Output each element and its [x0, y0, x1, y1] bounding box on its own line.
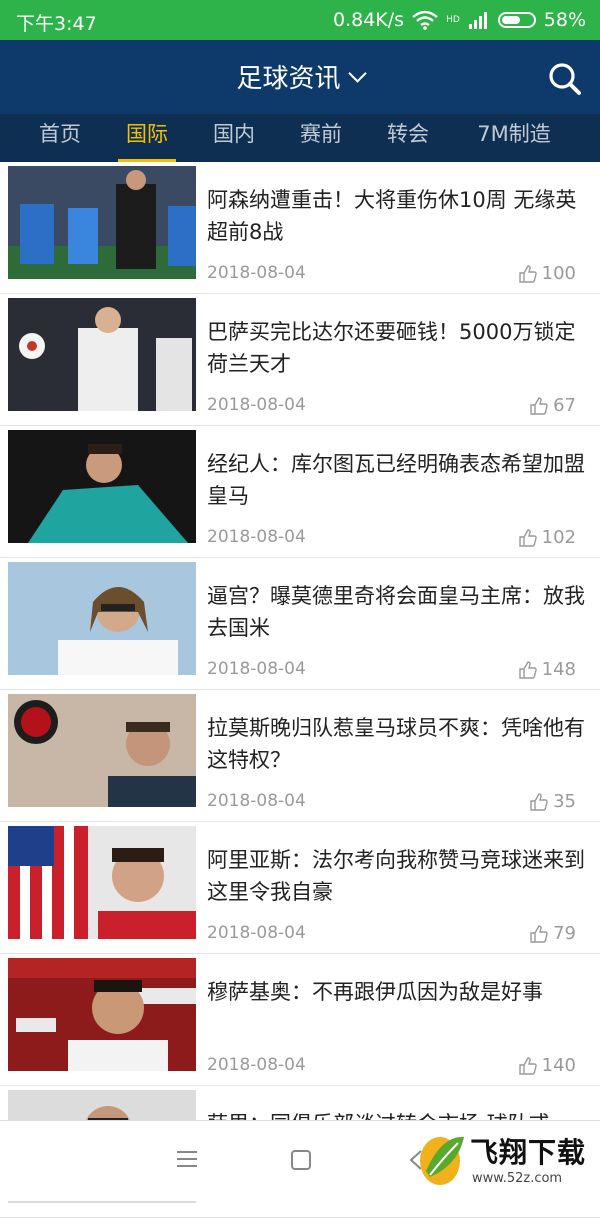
category-tabs: 首页 国际 国内 赛前 转会 7M制造: [0, 114, 600, 162]
status-bar: 下午3:47 0.84K/s HD 58%: [0, 0, 600, 40]
like-count[interactable]: 79: [529, 923, 576, 944]
article-date: 2018-08-04: [207, 923, 306, 943]
status-right: 0.84K/s HD 58%: [333, 9, 586, 31]
watermark-url: www.52z.com: [472, 1171, 563, 1186]
watermark-logo: 飞翔下载 www.52z.com: [408, 1123, 588, 1199]
like-count[interactable]: 102: [518, 527, 576, 548]
article-title: 逼宫？曝莫德里奇将会面皇马主席：放我去国米: [207, 584, 585, 640]
header-title-dropdown[interactable]: 足球资讯: [0, 58, 600, 95]
hd-label: HD: [446, 14, 460, 25]
tab-prematch[interactable]: 赛前: [294, 114, 348, 162]
thumbs-up-icon: [530, 792, 548, 811]
article-date: 2018-08-04: [207, 659, 306, 679]
article-title: 穆萨基奥：不再跟伊瓜因为敌是好事: [207, 980, 543, 1004]
chevron-down-icon: [347, 64, 367, 83]
article-thumbnail: [8, 562, 196, 675]
thumbs-up-icon: [530, 396, 548, 415]
signal-icon: [468, 12, 487, 29]
system-nav-bar: 飞翔下载 www.52z.com: [0, 1120, 600, 1201]
tab-international[interactable]: 国际: [118, 114, 176, 162]
like-count[interactable]: 67: [529, 395, 576, 416]
home-square-icon[interactable]: [290, 1149, 312, 1171]
article-title: 经纪人：库尔图瓦已经明确表态希望加盟皇马: [207, 452, 585, 508]
article-list: 阿森纳遭重击！大将重伤休10周 无缘英超前8战 2018-08-04 100 巴…: [0, 162, 600, 1218]
like-count[interactable]: 35: [529, 791, 576, 812]
article-thumbnail: [8, 430, 196, 543]
page-title: 足球资讯: [236, 64, 341, 94]
tab-transfer[interactable]: 转会: [348, 114, 468, 162]
list-item[interactable]: 逼宫？曝莫德里奇将会面皇马主席：放我去国米 2018-08-04 148: [0, 558, 600, 690]
battery-icon: [497, 12, 536, 28]
article-thumbnail: [8, 694, 196, 807]
status-time: 下午3:47: [16, 13, 97, 35]
list-item[interactable]: 阿森纳遭重击！大将重伤休10周 无缘英超前8战 2018-08-04 100: [0, 162, 600, 294]
article-date: 2018-08-04: [207, 791, 306, 811]
tab-domestic[interactable]: 国内: [174, 114, 294, 162]
article-thumbnail: [8, 298, 196, 411]
article-title: 阿里亚斯：法尔考向我称赞马竞球迷来到这里令我自豪: [207, 848, 585, 904]
article-date: 2018-08-04: [207, 395, 306, 415]
list-item[interactable]: 巴萨买完比达尔还要砸钱！5000万锁定荷兰天才 2018-08-04 67: [0, 294, 600, 426]
article-thumbnail: [8, 166, 196, 279]
watermark-brand: 飞翔下载: [470, 1136, 587, 1169]
search-icon[interactable]: [548, 62, 582, 96]
article-title: 拉莫斯晚归队惹皇马球员不爽：凭啥他有这特权？: [207, 716, 585, 772]
wifi-icon: [412, 10, 438, 30]
article-thumbnail: [8, 958, 196, 1071]
app-header: 足球资讯: [0, 40, 600, 114]
list-item[interactable]: 经纪人：库尔图瓦已经明确表态希望加盟皇马 2018-08-04 102: [0, 426, 600, 558]
thumbs-up-icon: [518, 528, 537, 547]
article-date: 2018-08-04: [207, 527, 306, 547]
network-speed: 0.84K/s: [332, 9, 405, 31]
article-title: 巴萨买完比达尔还要砸钱！5000万锁定荷兰天才: [207, 320, 576, 376]
article-date: 2018-08-04: [207, 1055, 306, 1075]
list-item[interactable]: 拉莫斯晚归队惹皇马球员不爽：凭啥他有这特权？ 2018-08-04 35: [0, 690, 600, 822]
battery-percent: 58%: [543, 9, 586, 31]
list-item[interactable]: 阿里亚斯：法尔考向我称赞马竞球迷来到这里令我自豪 2018-08-04 79: [0, 822, 600, 954]
thumbs-up-icon: [518, 264, 537, 283]
article-date: 2018-08-04: [207, 263, 306, 283]
article-title: 阿森纳遭重击！大将重伤休10周 无缘英超前8战: [207, 188, 577, 244]
tab-home[interactable]: 首页: [0, 114, 120, 162]
menu-icon[interactable]: [176, 1149, 198, 1169]
article-thumbnail: [8, 826, 196, 939]
list-item[interactable]: 穆萨基奥：不再跟伊瓜因为敌是好事 2018-08-04 140: [0, 954, 600, 1086]
tab-7m-made[interactable]: 7M制造: [468, 114, 560, 162]
thumbs-up-icon: [518, 1056, 537, 1075]
like-count[interactable]: 148: [518, 659, 576, 680]
leaf-logo-icon: [420, 1136, 464, 1185]
like-count[interactable]: 140: [518, 1055, 576, 1076]
like-count[interactable]: 100: [518, 263, 576, 284]
thumbs-up-icon: [518, 660, 537, 679]
thumbs-up-icon: [530, 924, 548, 943]
